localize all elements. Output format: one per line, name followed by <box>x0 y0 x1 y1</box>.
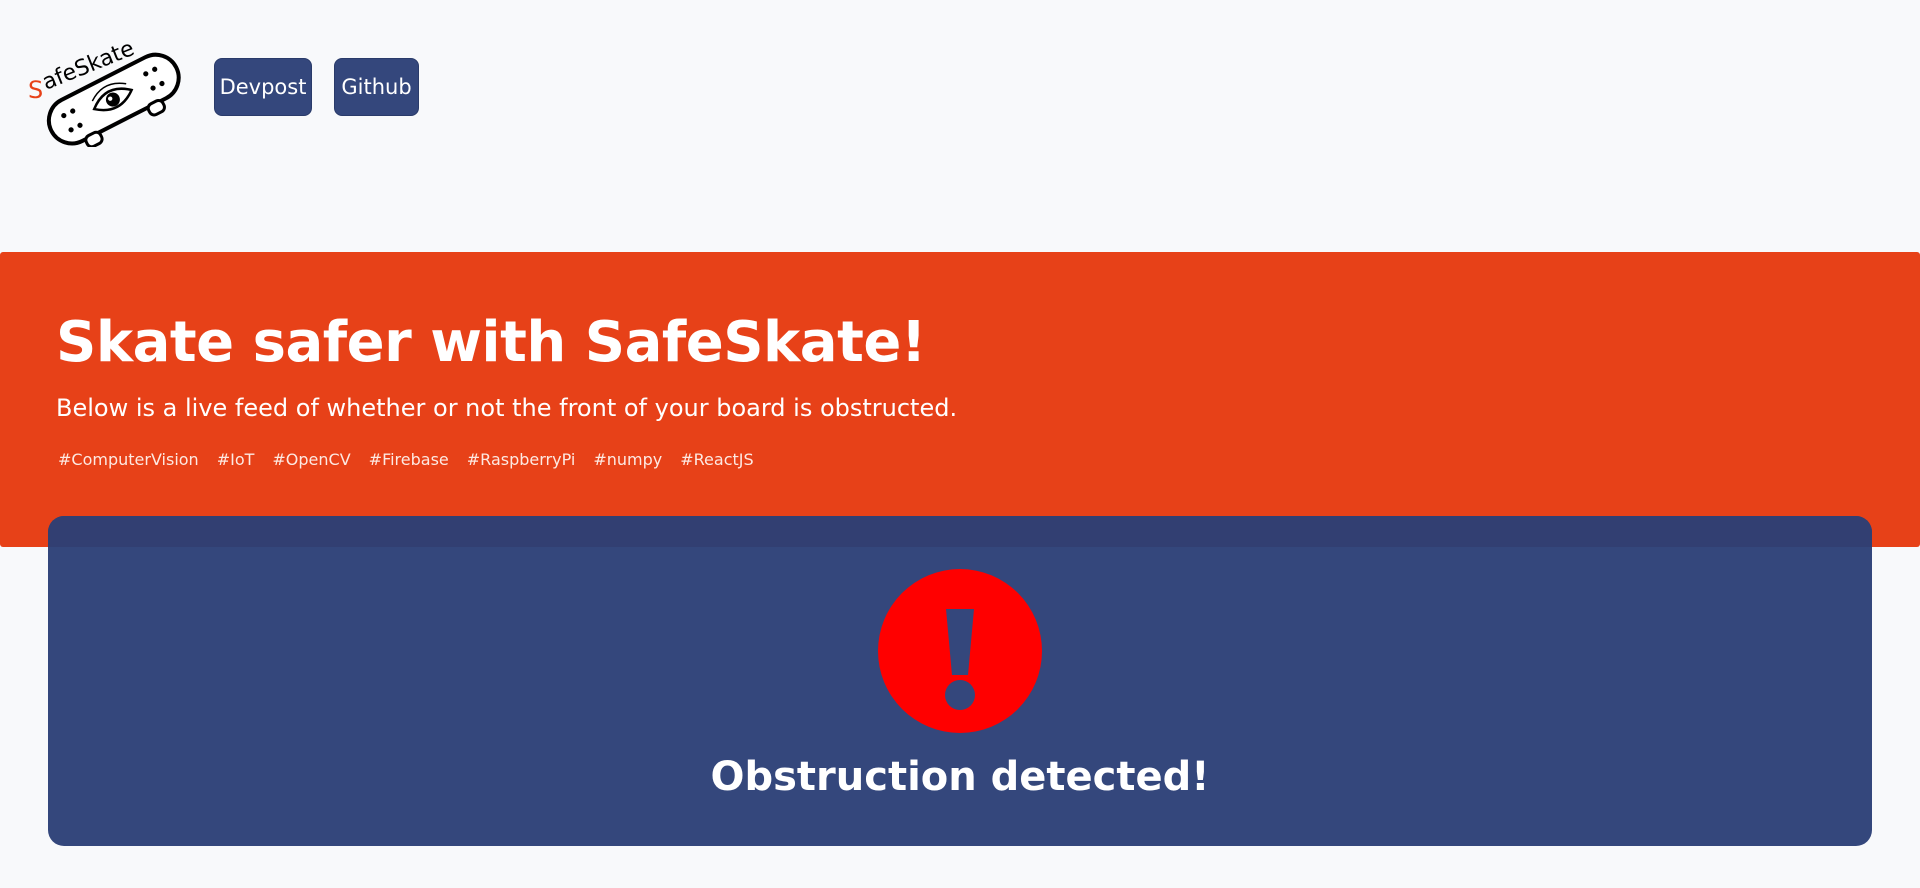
exclamation-circle-icon <box>878 569 1042 733</box>
tag-iot: #IoT <box>216 450 255 469</box>
panel-top-shade <box>48 516 1872 547</box>
tag-list: #ComputerVision #IoT #OpenCV #Firebase #… <box>58 448 754 472</box>
status-message: Obstruction detected! <box>710 754 1210 800</box>
tag-reactjs: #ReactJS <box>680 450 754 469</box>
svg-text:S: S <box>28 76 43 104</box>
obstruction-status-panel: Obstruction detected! <box>48 516 1872 846</box>
devpost-button[interactable]: Devpost <box>214 58 312 116</box>
tag-computer-vision: #ComputerVision <box>58 450 199 469</box>
tag-raspberry-pi: #RaspberryPi <box>466 450 576 469</box>
tag-opencv: #OpenCV <box>272 450 351 469</box>
tag-numpy: #numpy <box>593 450 663 469</box>
site-header: S afeSkate Devpost Github <box>0 0 1920 160</box>
github-button[interactable]: Github <box>334 58 419 116</box>
safeskate-logo[interactable]: S afeSkate <box>22 22 192 147</box>
tag-firebase: #Firebase <box>368 450 449 469</box>
page-subtitle: Below is a live feed of whether or not t… <box>56 394 958 422</box>
page-title: Skate safer with SafeSkate! <box>56 310 926 375</box>
